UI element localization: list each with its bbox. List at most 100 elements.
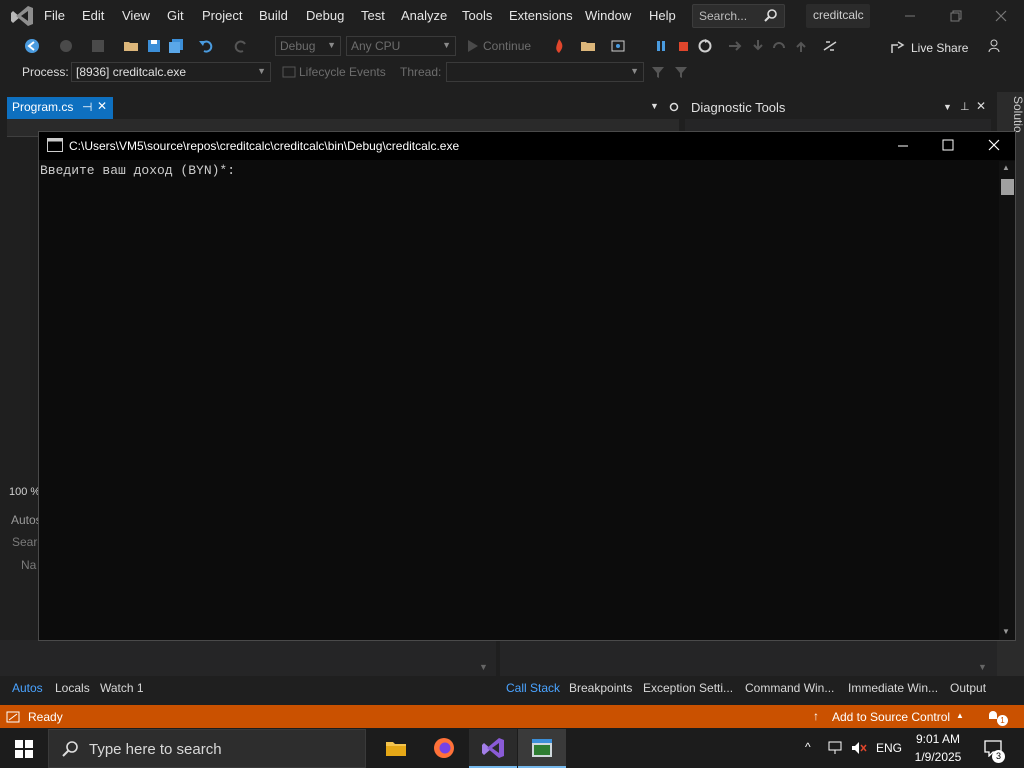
input-language[interactable]: ENG: [876, 741, 902, 755]
scrollbar-thumb[interactable]: [1001, 179, 1014, 195]
live-share-icon[interactable]: [890, 39, 906, 55]
undo-icon[interactable]: [198, 38, 214, 54]
menu-tools[interactable]: Tools: [462, 8, 492, 23]
show-hidden-icons-chevron-icon[interactable]: ^: [805, 740, 811, 754]
configuration-dropdown[interactable]: Debug ▼: [275, 36, 341, 56]
console-scrollbar[interactable]: ▲ ▼: [999, 161, 1015, 640]
firefox-taskbar-button[interactable]: [420, 729, 468, 768]
console-title-bar[interactable]: C:\Users\VM5\source\repos\creditcalc\cre…: [39, 132, 1015, 160]
menu-debug[interactable]: Debug: [306, 8, 344, 23]
zoom-level[interactable]: 100 %: [9, 486, 40, 498]
pane-pin-icon[interactable]: ⊥: [960, 100, 970, 113]
folder-icon[interactable]: [580, 38, 596, 54]
navigate-forward-icon[interactable]: [58, 38, 74, 54]
visual-studio-logo-icon[interactable]: [10, 5, 34, 27]
open-folder-icon[interactable]: [123, 38, 139, 54]
save-icon[interactable]: [146, 38, 162, 54]
close-icon[interactable]: [993, 8, 1009, 24]
thread-label: Thread:: [400, 65, 442, 79]
step-out-icon[interactable]: [793, 38, 809, 54]
tab-output[interactable]: Output: [950, 681, 986, 695]
search-input[interactable]: Search...: [692, 4, 785, 28]
console-output[interactable]: Введите ваш доход (BYN)*:: [40, 163, 235, 178]
autos-pane: [0, 640, 496, 676]
lifecycle-events-dropdown[interactable]: Lifecycle Events: [299, 65, 386, 79]
console-close-icon[interactable]: [988, 139, 1000, 151]
step-into-icon[interactable]: [750, 38, 766, 54]
redo-icon[interactable]: [233, 38, 249, 54]
thread-dropdown[interactable]: ▼: [446, 62, 644, 82]
tab-breakpoints[interactable]: Breakpoints: [569, 681, 632, 695]
menu-window[interactable]: Window: [585, 8, 631, 23]
console-window-icon: [47, 138, 63, 152]
tab-exception-settings[interactable]: Exception Setti...: [643, 681, 733, 695]
tab-autos[interactable]: Autos: [12, 681, 43, 695]
platform-dropdown[interactable]: Any CPU ▼: [346, 36, 456, 56]
process-label: Process:: [22, 65, 69, 79]
restore-icon[interactable]: [947, 8, 963, 24]
new-project-icon[interactable]: [90, 38, 106, 54]
windows-start-icon[interactable]: [15, 740, 33, 758]
tab-list-chevron-icon[interactable]: ▼: [650, 101, 659, 111]
menu-git[interactable]: Git: [167, 8, 184, 23]
menu-extensions[interactable]: Extensions: [509, 8, 573, 23]
file-explorer-taskbar-button[interactable]: [371, 729, 419, 768]
add-to-source-control-button[interactable]: Add to Source Control: [832, 710, 950, 724]
continue-button[interactable]: Continue: [483, 39, 531, 53]
console-maximize-icon[interactable]: [942, 139, 954, 151]
tab-locals[interactable]: Locals: [55, 681, 90, 695]
scroll-down-icon[interactable]: ▼: [978, 662, 987, 672]
tab-call-stack[interactable]: Call Stack: [506, 681, 560, 695]
settings-gear-icon[interactable]: [668, 101, 680, 113]
solution-explorer-label[interactable]: Solutio: [1011, 96, 1024, 133]
step-over-icon[interactable]: [771, 38, 787, 54]
hex-display-icon[interactable]: [822, 38, 838, 54]
continue-play-icon[interactable]: [465, 38, 481, 54]
pane-menu-chevron-icon[interactable]: ▼: [943, 102, 952, 112]
menu-help[interactable]: Help: [649, 8, 676, 23]
solution-name[interactable]: creditcalc: [806, 4, 870, 28]
tab-watch-1[interactable]: Watch 1: [100, 681, 144, 695]
show-next-statement-icon[interactable]: [727, 38, 743, 54]
hot-reload-icon[interactable]: [551, 38, 567, 54]
close-tab-icon[interactable]: ✕: [97, 99, 107, 113]
save-all-icon[interactable]: [168, 38, 184, 54]
stop-icon[interactable]: [675, 38, 691, 54]
tab-immediate-window[interactable]: Immediate Win...: [848, 681, 938, 695]
scroll-down-icon[interactable]: ▼: [1002, 627, 1010, 636]
filter-icon[interactable]: [650, 64, 666, 80]
visual-studio-taskbar-button[interactable]: [469, 729, 517, 768]
restart-icon[interactable]: [697, 38, 713, 54]
menu-edit[interactable]: Edit: [82, 8, 104, 23]
taskbar-clock[interactable]: 9:01 AM 1/9/2025: [902, 730, 974, 766]
scroll-up-icon[interactable]: ▲: [1002, 163, 1010, 172]
filter-clear-icon[interactable]: [673, 64, 689, 80]
console-app-icon: [532, 739, 552, 757]
tab-command-window[interactable]: Command Win...: [745, 681, 834, 695]
menu-project[interactable]: Project: [202, 8, 242, 23]
console-window[interactable]: C:\Users\VM5\source\repos\creditcalc\cre…: [38, 131, 1016, 641]
console-taskbar-button[interactable]: [518, 729, 566, 768]
minimize-icon[interactable]: [902, 8, 918, 24]
process-dropdown[interactable]: [8936] creditcalc.exe ▼: [71, 62, 271, 82]
menu-view[interactable]: View: [122, 8, 150, 23]
chevron-down-icon: ▼: [327, 40, 336, 50]
feedback-user-icon[interactable]: [987, 38, 1003, 54]
console-minimize-icon[interactable]: [897, 140, 909, 152]
browser-link-icon[interactable]: [610, 38, 626, 54]
menu-analyze[interactable]: Analyze: [401, 8, 447, 23]
menu-build[interactable]: Build: [259, 8, 288, 23]
pause-icon[interactable]: [653, 38, 669, 54]
lifecycle-events-icon: [282, 66, 296, 78]
network-icon[interactable]: [827, 740, 845, 756]
taskbar-search-box[interactable]: Type here to search: [48, 729, 366, 768]
live-share-button[interactable]: Live Share: [911, 41, 968, 55]
navigate-back-icon[interactable]: [24, 38, 40, 54]
pane-close-icon[interactable]: ✕: [976, 99, 986, 113]
volume-muted-icon[interactable]: [850, 740, 868, 756]
menu-test[interactable]: Test: [361, 8, 385, 23]
scroll-down-icon[interactable]: ▼: [479, 662, 488, 672]
tab-program-cs[interactable]: Program.cs ⊣ ✕: [7, 97, 113, 119]
menu-file[interactable]: File: [44, 8, 65, 23]
pin-icon[interactable]: ⊣: [82, 100, 92, 114]
